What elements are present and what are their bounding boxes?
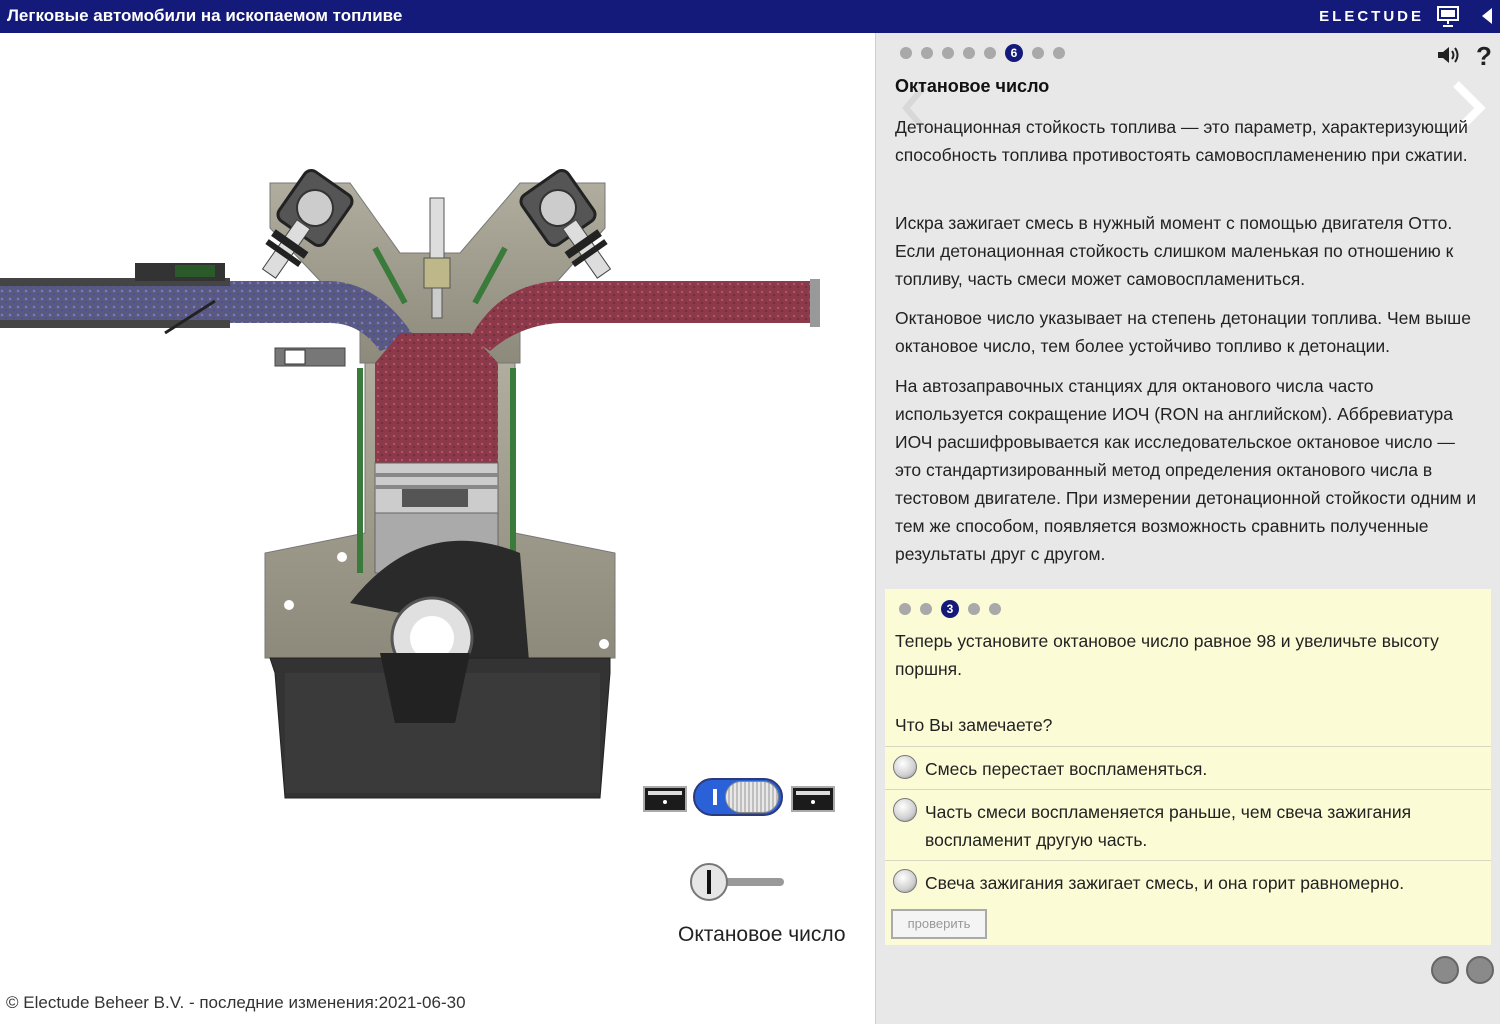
brand-logo: ELECTUDE [1319,8,1424,25]
slider-thumb[interactable] [690,863,728,901]
page-dot[interactable] [900,47,912,59]
lesson-panel: 6 ? Октановое число Детонационная стойко… [875,33,1500,1024]
question-box: 3 Теперь установите октановое число равн… [885,589,1491,945]
comment-icon[interactable] [1466,956,1494,984]
mode-toggle-switch[interactable] [693,778,783,816]
answer-option-label: Свеча зажигания зажигает смесь, и она го… [925,873,1405,893]
page-dot[interactable] [1053,47,1065,59]
page-pagination: 6 [900,44,1065,62]
check-button[interactable]: проверить [891,909,987,939]
paragraph: Искра зажигает смесь в нужный момент с п… [895,213,1454,289]
app-title: Легковые автомобили на ископаемом топлив… [7,6,403,25]
answer-option[interactable]: Смесь перестает воспламеняться. [885,746,1491,789]
paragraph: Детонационная стойкость топлива — это па… [895,117,1468,165]
page-dot[interactable] [984,47,996,59]
answer-option[interactable]: Свеча зажигания зажигает смесь, и она го… [885,860,1491,903]
toggle-knob[interactable] [725,781,779,813]
page-dot[interactable] [942,47,954,59]
mode-toggle-group [643,778,835,820]
question-pagination: 3 [899,600,1001,618]
speaker-icon[interactable] [1436,44,1462,66]
answer-option-label: Смесь перестает воспламеняться. [925,759,1208,779]
question-dot[interactable] [968,603,980,615]
toggle-on-mark [713,789,717,805]
octane-slider[interactable] [690,863,786,903]
mode-a-icon[interactable] [643,786,687,812]
section-title: Октановое число [895,76,1050,96]
octane-slider-label: Октановое число [678,923,846,946]
question-dot[interactable] [899,603,911,615]
question-ask: Что Вы замечаете? [895,715,1053,735]
help-icon[interactable]: ? [1476,41,1492,72]
radio-button[interactable] [893,755,917,779]
question-dot-active[interactable]: 3 [941,600,959,618]
question-dot[interactable] [989,603,1001,615]
simulation-area: Октановое число © Electude Beheer B.V. -… [0,33,875,1024]
page-dot-active[interactable]: 6 [1005,44,1023,62]
answer-option[interactable]: Часть смеси воспламеняется раньше, чем с… [885,789,1491,860]
paragraph: На автозаправочных станциях для октаново… [895,376,1477,564]
paragraph: Октановое число указывает на степень дет… [895,308,1471,356]
answer-option-label: Часть смеси воспламеняется раньше, чем с… [925,802,1412,850]
page-dot[interactable] [1032,47,1044,59]
presentation-icon[interactable] [1436,5,1460,27]
question-prompt: Теперь установите октановое число равное… [895,631,1439,679]
radio-button[interactable] [893,798,917,822]
radio-button[interactable] [893,869,917,893]
engine-cross-section [0,169,820,799]
tools-icon[interactable] [1431,956,1459,984]
mode-b-icon[interactable] [791,786,835,812]
top-bar: Легковые автомобили на ископаемом топлив… [0,0,1500,33]
copyright-footer: © Electude Beheer B.V. - последние измен… [6,993,466,1012]
page-dot[interactable] [963,47,975,59]
question-dot[interactable] [920,603,932,615]
collapse-arrow-icon[interactable] [1482,8,1492,24]
page-dot[interactable] [921,47,933,59]
